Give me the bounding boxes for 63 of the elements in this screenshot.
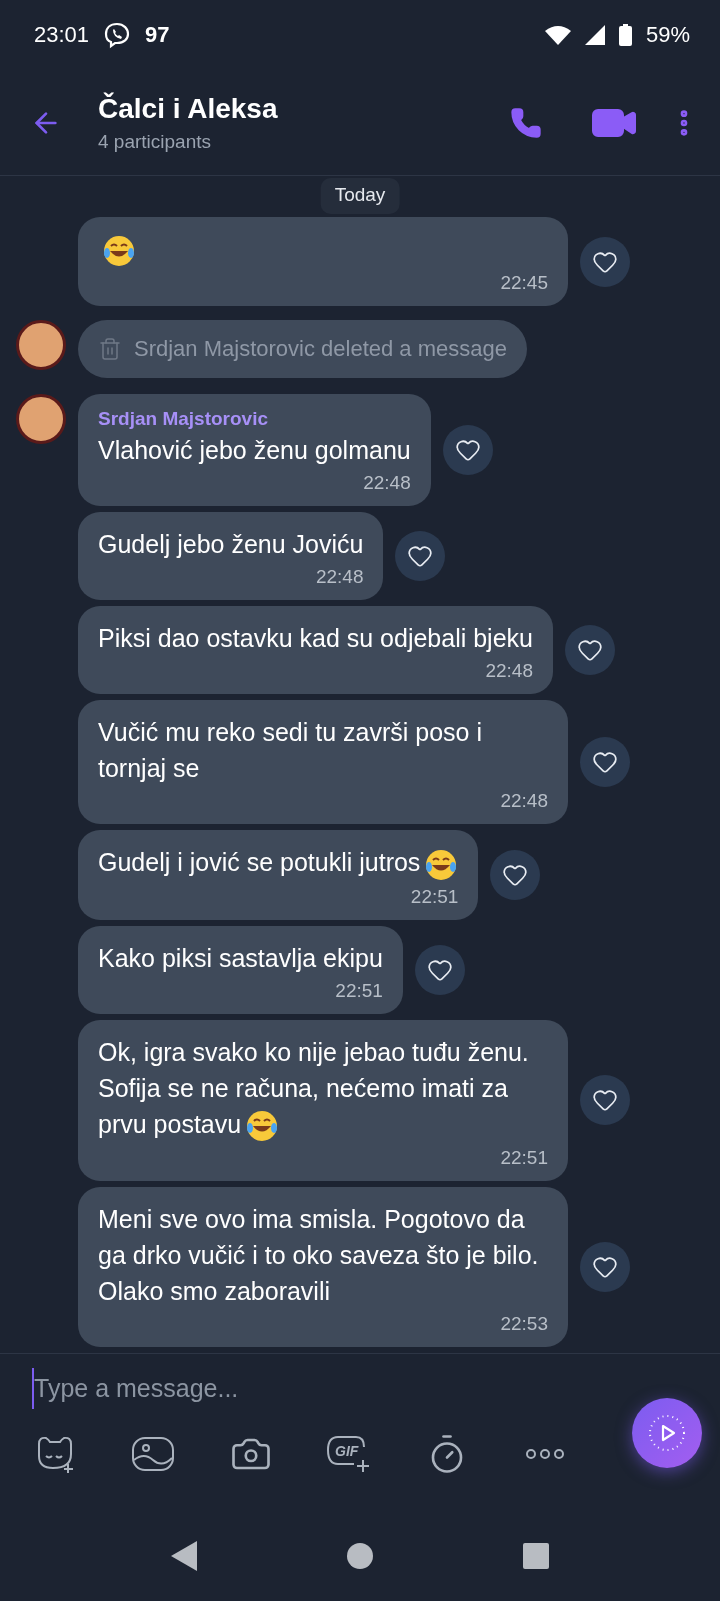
message-text: Gudelj i jović se potukli jutros <box>98 844 459 882</box>
message-bubble[interactable]: Kako piksi sastavlja ekipu 22:51 <box>78 925 403 1014</box>
message-time: 22:48 <box>315 566 364 589</box>
message-text: Kako piksi sastavlja ekipu <box>98 942 383 974</box>
avatar[interactable] <box>16 394 66 445</box>
sender-name: Srdjan Majstorovic <box>98 408 269 431</box>
heart-icon <box>407 543 434 570</box>
message-time: 22:48 <box>485 660 533 683</box>
battery-percent: 59% <box>645 22 690 48</box>
message-bubble[interactable]: Ok, igra svako ko nije jebao tuđu ženu. Sofija se ne računa, nećemo imati za prvu postavu 22:51 <box>78 1019 568 1181</box>
like-button[interactable] <box>580 737 630 788</box>
phone-bubble-icon <box>103 21 132 49</box>
like-button[interactable] <box>580 1075 630 1126</box>
heart-icon <box>592 1254 618 1280</box>
battery-icon <box>618 24 632 46</box>
wifi-icon <box>544 25 571 45</box>
message-time: 22:51 <box>410 885 459 908</box>
send-button[interactable] <box>632 1398 702 1468</box>
avatar[interactable] <box>16 320 66 371</box>
heart-icon <box>577 637 603 664</box>
message-bubble[interactable]: Piksi dao ostavku kad su odjebali bjeku 22:48 <box>78 606 553 695</box>
clock: 23:01 <box>34 22 90 48</box>
message-text: Vučić mu reko sedi tu završi poso i tornjaj se <box>98 717 483 785</box>
message-text: Ok, igra svako ko nije jebao tuđu ženu. Sofija se ne računa, nećemo imati za prvu postavu <box>98 1033 548 1143</box>
deleted-message-text: Srdjan Majstorovic deleted a message <box>134 336 507 363</box>
date-pill: Today <box>320 178 400 214</box>
home-nav-icon[interactable] <box>347 1543 373 1569</box>
message-text: Meni sve ovo ima smisla. Pogotovo da ga drko vučić i to oko saveza što je bilo. Olako smo zaboravili <box>98 1204 540 1307</box>
message-time: 22:45 <box>500 272 548 295</box>
like-button[interactable] <box>580 236 630 287</box>
heart-icon <box>592 1087 618 1114</box>
more-icon <box>526 1449 564 1459</box>
play-icon <box>647 1413 687 1453</box>
trash-icon <box>98 337 122 362</box>
message-input[interactable]: Type a message... <box>32 1368 594 1409</box>
message-time: 22:51 <box>500 1147 548 1169</box>
laughing-emoji-icon <box>102 234 136 269</box>
message-text: Gudelj jebo ženu Joviću <box>98 529 364 561</box>
message-bubble[interactable]: Vučić mu reko sedi tu završi poso i tornjaj se 22:48 <box>78 700 568 825</box>
message-text: Vlahović jebo ženu golmanu <box>98 435 411 467</box>
message-time: 22:48 <box>500 790 548 813</box>
heart-icon <box>454 437 481 464</box>
phone-icon[interactable] <box>510 106 542 139</box>
notification-count: 97 <box>145 22 170 48</box>
message-time: 22:48 <box>363 472 411 495</box>
chat-title: Čalci i Aleksa <box>98 92 278 125</box>
message-time: 22:51 <box>335 979 383 1002</box>
laughing-emoji-icon <box>424 847 459 882</box>
message-bubble[interactable]: 22:45 <box>78 216 568 307</box>
participants-count: 4 participants <box>98 130 212 153</box>
message-bubble[interactable]: Meni sve ovo ima smisla. Pogotovo da ga drko vučić i to oko saveza što je bilo. Olako smo zaboravili 22:53 <box>78 1187 568 1347</box>
message-bubble[interactable]: Gudelj jebo ženu Joviću 22:48 <box>78 512 384 601</box>
signal-icon <box>584 25 605 45</box>
gallery-icon <box>131 1436 175 1472</box>
like-button[interactable] <box>565 625 615 676</box>
message-bubble[interactable]: Gudelj i jović se potukli jutros 22:51 <box>78 830 479 920</box>
message-time: 22:53 <box>500 1313 548 1335</box>
heart-icon <box>592 749 618 776</box>
message-bubble[interactable]: Srdjan Majstorovic Vlahović jebo ženu golmanu 22:48 <box>78 394 431 507</box>
like-button[interactable] <box>580 1242 630 1292</box>
message-text: Piksi dao ostavku kad su odjebali bjeku <box>98 623 533 655</box>
laughing-emoji-icon <box>245 1109 280 1143</box>
back-nav-icon[interactable] <box>171 1541 197 1571</box>
